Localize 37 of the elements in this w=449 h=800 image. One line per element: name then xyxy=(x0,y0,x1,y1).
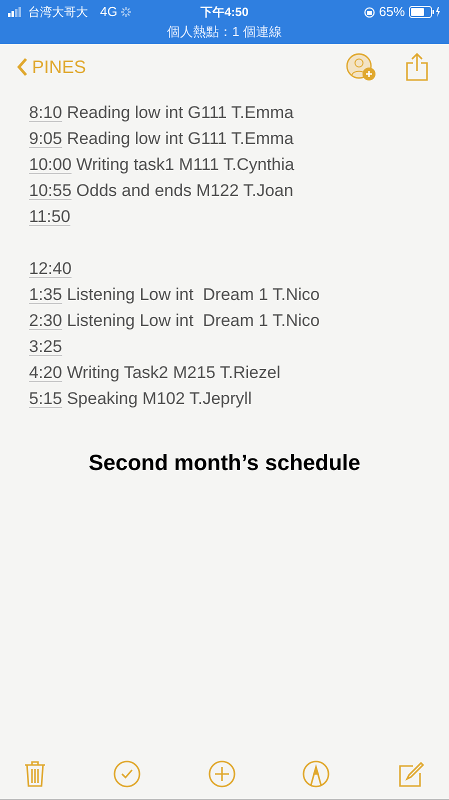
time-link[interactable]: 3:25 xyxy=(29,334,62,360)
time-link[interactable]: 4:20 xyxy=(29,360,62,386)
compose-button[interactable] xyxy=(397,760,425,788)
schedule-entry: Odds and ends M122 T.Joan xyxy=(75,180,294,202)
hotspot-text: 個人熱點：1 個連線 xyxy=(167,23,282,42)
add-person-button[interactable] xyxy=(345,52,377,82)
trash-button[interactable] xyxy=(24,760,46,788)
chevron-left-icon xyxy=(16,57,28,77)
time-link[interactable]: 1:35 xyxy=(29,282,62,308)
carrier-name: 台湾大哥大 xyxy=(28,4,88,21)
time-link[interactable]: 9:05 xyxy=(29,126,62,152)
battery-icon xyxy=(409,6,441,18)
rotation-lock-icon xyxy=(364,6,375,18)
time-link[interactable]: 10:00 xyxy=(29,152,72,178)
clock: 下午4:50 xyxy=(200,4,249,21)
checklist-button[interactable] xyxy=(112,760,141,788)
time-link[interactable]: 12:40 xyxy=(29,256,72,282)
time-link[interactable]: 2:30 xyxy=(29,308,62,334)
schedule-entry: Listening Low int Dream 1 T.Nico xyxy=(66,310,320,332)
schedule-entry: Writing Task2 M215 T.Riezel xyxy=(66,362,280,384)
time-link[interactable]: 5:15 xyxy=(29,386,62,412)
time-link[interactable]: 8:10 xyxy=(29,100,62,126)
note-heading: Second month’s schedule xyxy=(88,449,360,477)
signal-icon xyxy=(8,7,24,17)
schedule-entry: Reading low int G111 T.Emma xyxy=(66,128,294,150)
schedule-entry: Speaking M102 T.Jepryll xyxy=(66,388,252,410)
time-link[interactable]: 11:50 xyxy=(29,204,70,230)
battery-percentage: 65% xyxy=(378,3,405,22)
schedule-entry: Writing task1 M111 T.Cynthia xyxy=(75,154,294,176)
share-button[interactable] xyxy=(405,52,429,82)
time-link[interactable]: 10:55 xyxy=(29,178,72,204)
add-button[interactable] xyxy=(208,760,236,788)
network-type: 4G xyxy=(100,3,118,22)
schedule-entry: Reading low int G111 T.Emma xyxy=(66,102,294,124)
schedule-entry: Listening Low int Dream 1 T.Nico xyxy=(66,284,320,306)
activity-icon xyxy=(121,7,132,17)
sketch-button[interactable] xyxy=(302,760,330,788)
